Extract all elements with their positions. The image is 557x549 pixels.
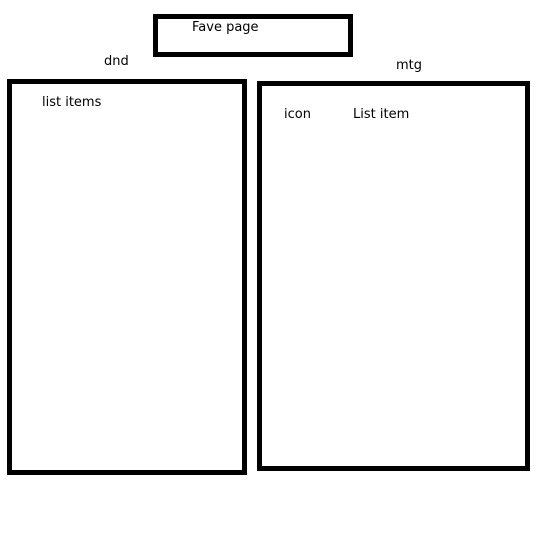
dnd-panel-label: dnd bbox=[104, 54, 129, 69]
mtg-list-item-icon: icon bbox=[284, 107, 311, 122]
mtg-list-item: List item bbox=[353, 107, 410, 122]
dnd-panel bbox=[7, 79, 247, 475]
page-title: Fave page bbox=[192, 20, 259, 35]
dnd-list-items: list items bbox=[42, 95, 102, 110]
mtg-panel bbox=[257, 81, 530, 471]
mtg-panel-label: mtg bbox=[396, 58, 423, 73]
